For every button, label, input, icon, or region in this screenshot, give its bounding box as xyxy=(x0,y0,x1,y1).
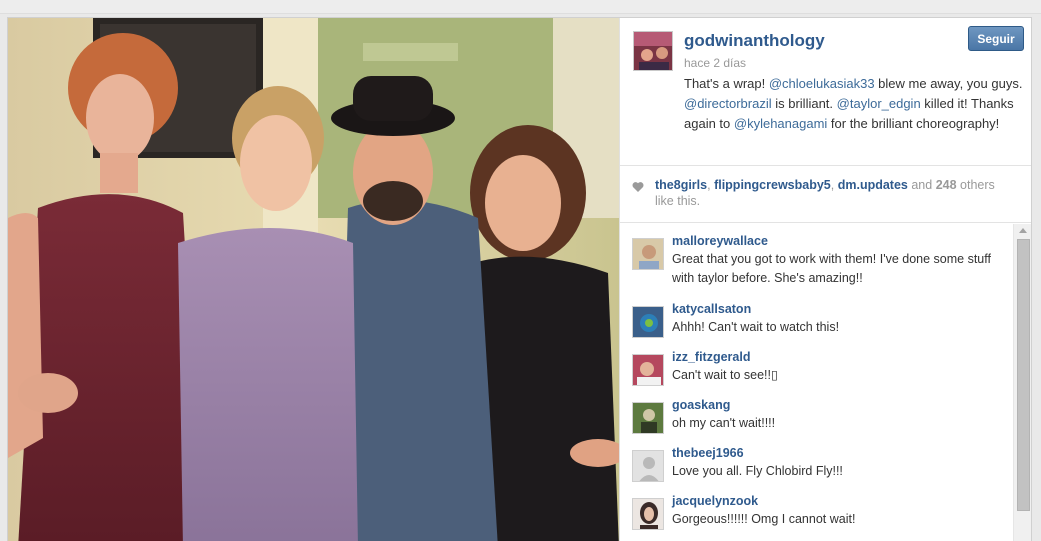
comment-text: Gorgeous!!!!!! Omg I cannot wait! xyxy=(672,512,856,526)
photo-modal: godwinanthology hace 2 días Seguir That'… xyxy=(7,17,1032,541)
heart-icon[interactable] xyxy=(632,180,644,192)
likes-count[interactable]: 248 xyxy=(936,178,957,192)
liker-link[interactable]: dm.updates xyxy=(838,178,908,192)
comment-avatar[interactable] xyxy=(632,402,664,434)
comment-item: katycallsaton Ahhh! Can't wait to watch … xyxy=(620,300,1013,348)
comment-item: jacquelynzook Gorgeous!!!!!! Omg I canno… xyxy=(620,492,1013,540)
comment-avatar[interactable] xyxy=(632,450,664,482)
comment-text: Love you all. Fly Chlobird Fly!!! xyxy=(672,464,843,478)
post-photo xyxy=(8,18,619,541)
mention-link[interactable]: @chloelukasiak33 xyxy=(769,76,875,91)
comment-item: goaskang oh my can't wait!!!! xyxy=(620,396,1013,444)
top-bar xyxy=(0,0,1041,14)
follow-button[interactable]: Seguir xyxy=(968,26,1024,51)
comment-username[interactable]: malloreywallace xyxy=(672,234,768,248)
comment-username[interactable]: jacquelynzook xyxy=(672,494,758,508)
comment-item: malloreywallace Great that you got to wo… xyxy=(620,232,1013,285)
comments-list: malloreywallace Great that you got to wo… xyxy=(620,224,1031,541)
likes-text: the8girls, flippingcrewsbaby5, dm.update… xyxy=(655,178,995,208)
comment-username[interactable]: thebeej1966 xyxy=(672,446,744,460)
post-timestamp: hace 2 días xyxy=(684,56,747,70)
comment-avatar[interactable] xyxy=(632,498,664,530)
owner-username-link[interactable]: godwinanthology xyxy=(684,31,825,51)
post-header: godwinanthology hace 2 días Seguir That'… xyxy=(620,18,1031,166)
scrollbar-thumb[interactable] xyxy=(1017,239,1030,511)
liker-link[interactable]: the8girls xyxy=(655,178,707,192)
comment-avatar[interactable] xyxy=(632,238,664,270)
scroll-up-icon[interactable] xyxy=(1019,228,1027,233)
post-caption: That's a wrap! @chloelukasiak33 blew me … xyxy=(684,76,1023,131)
comment-username[interactable]: izz_fitzgerald xyxy=(672,350,751,364)
comments-scrollbar[interactable] xyxy=(1013,224,1031,541)
comment-item: thebeej1966 Love you all. Fly Chlobird F… xyxy=(620,444,1013,492)
comment-username[interactable]: katycallsaton xyxy=(672,302,751,316)
comment-text: oh my can't wait!!!! xyxy=(672,416,776,430)
likes-section: the8girls, flippingcrewsbaby5, dm.update… xyxy=(620,167,1031,223)
comment-item: izz_fitzgerald Can't wait to see!!▯ xyxy=(620,348,1013,396)
mention-link[interactable]: @directorbrazil xyxy=(684,96,772,111)
owner-avatar[interactable] xyxy=(633,31,673,71)
comment-avatar[interactable] xyxy=(632,354,664,386)
comment-text: Ahhh! Can't wait to watch this! xyxy=(672,320,840,334)
comment-username[interactable]: goaskang xyxy=(672,398,730,412)
comment-avatar[interactable] xyxy=(632,306,664,338)
comment-text: Great that you got to work with them! I'… xyxy=(672,252,991,285)
mention-link[interactable]: @kylehanagami xyxy=(734,116,827,131)
mention-link[interactable]: @taylor_edgin xyxy=(837,96,921,111)
post-side-panel: godwinanthology hace 2 días Seguir That'… xyxy=(619,18,1031,541)
comment-text: Can't wait to see!!▯ xyxy=(672,368,778,382)
liker-link[interactable]: flippingcrewsbaby5 xyxy=(714,178,831,192)
